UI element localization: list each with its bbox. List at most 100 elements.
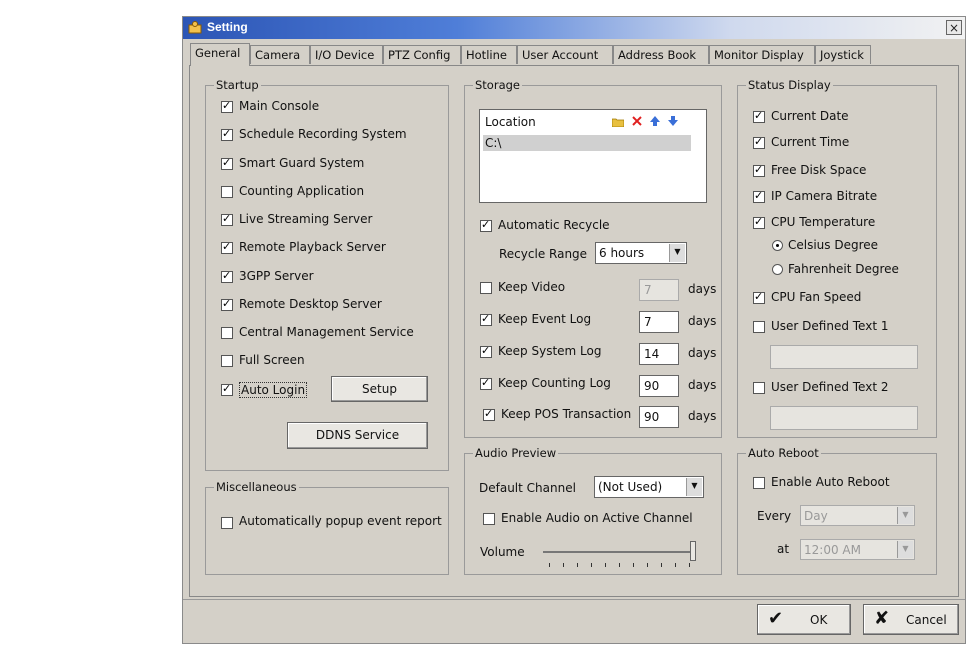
miscellaneous-group-title: Miscellaneous [214,480,299,494]
volume-track[interactable] [543,551,693,553]
status-checkbox[interactable] [753,163,765,177]
keep-days-value: 90 [644,410,660,424]
user-defined-text-2-checkbox[interactable] [753,382,765,394]
window-title: Setting [207,20,248,34]
user-defined-text-1-checkbox[interactable] [753,321,765,333]
user-defined-text-2-input[interactable] [770,406,918,430]
location-list[interactable]: Location C:\ [479,109,707,203]
move-up-icon[interactable] [650,116,660,126]
ok-button[interactable]: ✔ OK [757,604,851,635]
setup-button[interactable]: Setup [331,376,428,402]
volume-tick [689,563,690,567]
x-icon: ✘ [874,608,890,629]
at-time-select[interactable]: 12:00 AM ▼ [800,539,915,560]
celsius-radio[interactable] [772,240,783,251]
tab-monitor-display[interactable]: Monitor Display [709,45,815,64]
cancel-button[interactable]: ✘ Cancel [863,604,959,635]
tab-address-book[interactable]: Address Book [613,45,709,64]
tab-ptz-config[interactable]: PTZ Config [383,45,461,64]
volume-tick [675,563,676,567]
keep-days-input[interactable]: 90 [639,375,679,397]
volume-tick [661,563,662,567]
keep-checkbox[interactable] [480,312,492,326]
tab-camera[interactable]: Camera [250,45,310,64]
startup-checkbox[interactable] [221,382,233,396]
chevron-down-icon[interactable]: ▼ [897,507,913,524]
title-bar[interactable]: Setting × [183,17,965,39]
days-label: days [688,314,717,328]
tab-io-device[interactable]: I/O Device [310,45,383,64]
tab-hotline[interactable]: Hotline [461,45,517,64]
keep-days-value: 7 [644,283,652,297]
user-defined-text-1-input[interactable] [770,345,918,369]
chevron-down-icon[interactable]: ▼ [897,541,913,558]
volume-tick [591,563,592,567]
default-channel-select[interactable]: (Not Used) ▼ [594,476,704,498]
status-checkbox[interactable] [753,215,765,229]
startup-checkbox[interactable] [221,327,233,339]
startup-checkbox[interactable] [221,127,233,141]
status-item-label: Current Date [771,109,849,123]
tab-joystick[interactable]: Joystick [815,45,871,64]
recycle-range-select[interactable]: 6 hours ▼ [595,242,687,264]
tab-user-account[interactable]: User Account [517,45,613,64]
location-value: C:\ [485,136,502,150]
location-row[interactable]: C:\ [483,135,691,151]
volume-label: Volume [480,545,525,559]
startup-checkbox[interactable] [221,355,233,367]
app-icon [188,21,202,34]
delete-icon[interactable] [632,116,642,126]
ddns-service-button[interactable]: DDNS Service [287,422,428,449]
status-checkbox[interactable] [753,135,765,149]
keep-days-input[interactable]: 7 [639,311,679,333]
enable-audio-label: Enable Audio on Active Channel [501,511,693,525]
startup-checkbox[interactable] [221,240,233,254]
setting-dialog: Setting × General Camera I/O Device PTZ … [182,16,966,644]
keep-checkbox[interactable] [480,344,492,358]
volume-slider-thumb[interactable] [690,541,696,561]
volume-tick [563,563,564,567]
keep-checkbox[interactable] [483,407,495,421]
every-label: Every [757,509,792,523]
status-checkbox[interactable] [753,189,765,203]
keep-checkbox[interactable] [480,376,492,390]
move-down-icon[interactable] [668,116,678,126]
checkmark-icon: ✔ [768,608,784,629]
status-checkbox[interactable] [753,109,765,123]
tab-general[interactable]: General [190,43,250,66]
close-button[interactable]: × [946,20,962,35]
startup-item-label: 3GPP Server [239,269,314,283]
keep-checkbox[interactable] [480,282,492,294]
startup-checkbox[interactable] [221,186,233,198]
startup-checkbox[interactable] [221,156,233,170]
recycle-range-label: Recycle Range [499,247,588,261]
startup-checkbox[interactable] [221,269,233,283]
startup-item-label: Central Management Service [239,325,414,339]
popup-event-report-checkbox[interactable] [221,517,233,529]
enable-auto-reboot-checkbox[interactable] [753,477,765,489]
startup-checkbox[interactable] [221,212,233,226]
enable-audio-checkbox[interactable] [483,513,495,525]
cpu-fan-speed-checkbox[interactable] [753,290,765,304]
cancel-label: Cancel [906,613,947,627]
keep-days-input[interactable]: 7 [639,279,679,301]
keep-days-input[interactable]: 14 [639,343,679,365]
volume-tick [619,563,620,567]
status-item-label: Free Disk Space [771,163,867,177]
folder-icon[interactable] [612,117,624,127]
default-channel-value: (Not Used) [598,480,663,494]
days-label: days [688,409,717,423]
user-defined-text-1-label: User Defined Text 1 [771,319,889,333]
fahrenheit-radio[interactable] [772,264,783,275]
status-item-label: Current Time [771,135,850,149]
startup-item-label: Counting Application [239,184,365,198]
chevron-down-icon[interactable]: ▼ [686,478,702,496]
keep-days-input[interactable]: 90 [639,406,679,428]
ok-label: OK [810,613,828,627]
recycle-range-value: 6 hours [599,246,645,260]
chevron-down-icon[interactable]: ▼ [669,244,685,262]
every-select[interactable]: Day ▼ [800,505,915,526]
automatic-recycle-checkbox[interactable] [480,218,492,232]
startup-checkbox[interactable] [221,297,233,311]
startup-checkbox[interactable] [221,99,233,113]
